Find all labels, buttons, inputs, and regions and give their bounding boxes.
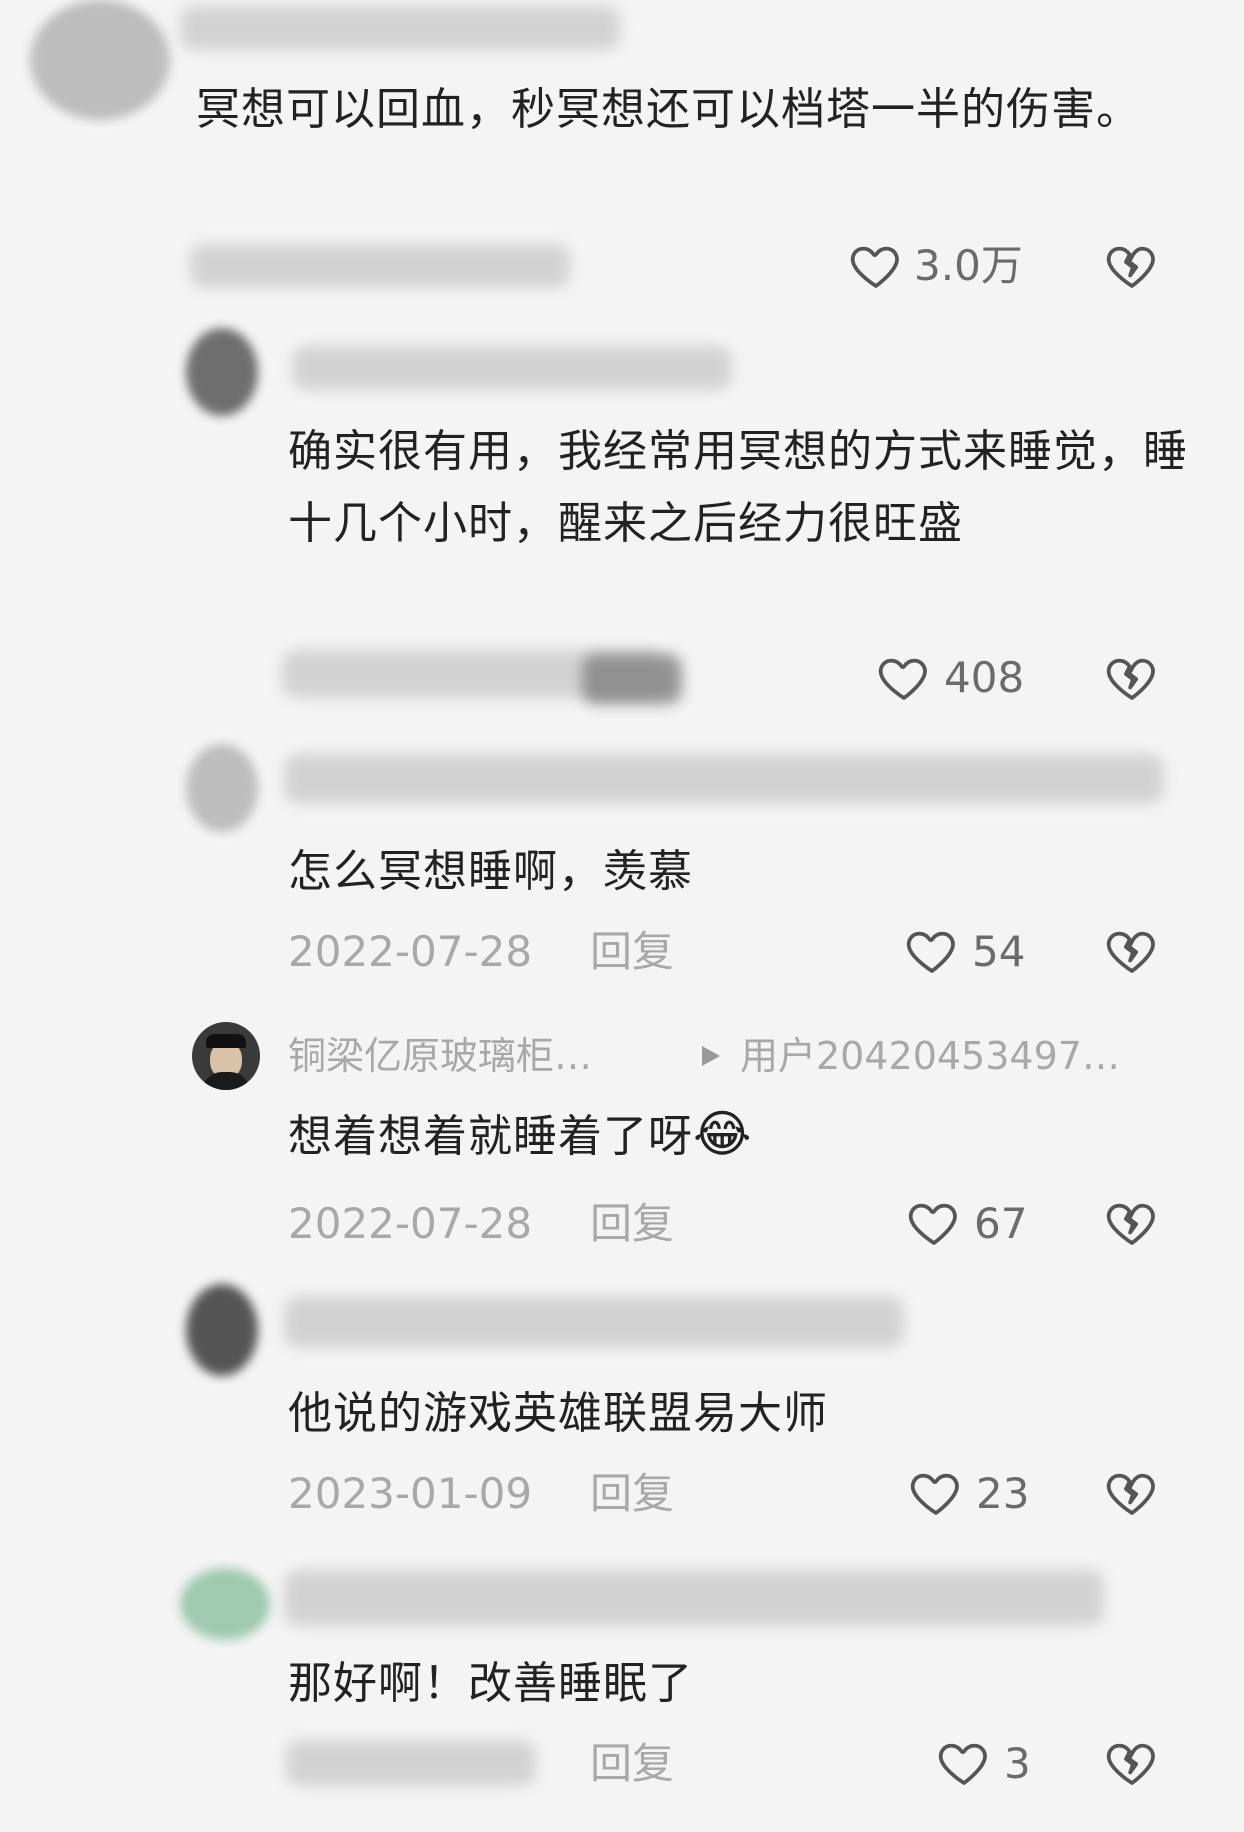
username-blurred [292,346,732,390]
reply-button[interactable]: 回复 [590,1740,674,1788]
play-triangle-icon [700,1044,722,1068]
avatar[interactable] [186,1284,258,1376]
comment-date-blurred [190,244,570,288]
like-count: 23 [976,1469,1030,1518]
comment-text: 确实很有用，我经常用冥想的方式来睡觉，睡十几个小时，醒来之后经力很旺盛 [288,426,1188,549]
laughing-crying-emoji-icon: 😂 [693,1105,753,1163]
broken-heart-icon [1106,1473,1155,1515]
heart-outline-icon [906,931,955,973]
heart-outline-icon [878,658,927,700]
reply-button[interactable]: 回复 [590,928,674,976]
comment-text: 他说的游戏英雄联盟易大师 [288,1388,828,1439]
comment-date: 2023-01-09 [288,1469,533,1518]
username-blurred [284,1570,1104,1626]
like-count: 3.0万 [914,241,1023,290]
username-blurred [284,1296,904,1348]
like-button[interactable] [876,649,932,705]
heart-outline-icon [850,246,899,288]
reply-blurred [582,654,682,704]
comment-text: 冥想可以回血，秒冥想还可以档塔一半的伤害。 [196,84,1141,135]
username[interactable]: 铜梁亿原玻璃柜… [288,1034,592,1078]
comment-text: 想着想着就睡着了呀😂 [288,1098,1188,1173]
like-button[interactable] [936,1734,992,1790]
broken-heart-icon [1106,246,1155,288]
username-blurred [284,754,1164,804]
comment-text: 怎么冥想睡啊，羡慕 [288,846,693,897]
heart-outline-icon [938,1743,987,1785]
dislike-button[interactable] [1104,649,1160,705]
avatar[interactable] [192,1022,260,1090]
heart-outline-icon [908,1203,957,1245]
like-button[interactable] [848,237,904,293]
broken-heart-icon [1106,1743,1155,1785]
like-count: 3 [1004,1739,1031,1788]
comment-date: 2022-07-28 [288,927,533,976]
dislike-button[interactable] [1104,237,1160,293]
like-count: 408 [944,653,1025,702]
avatar[interactable] [186,744,258,832]
comment-date: 2022-07-28 [288,1199,533,1248]
broken-heart-icon [1106,1203,1155,1245]
broken-heart-icon [1106,931,1155,973]
dislike-button[interactable] [1104,1464,1160,1520]
like-button[interactable] [908,1464,964,1520]
reply-button[interactable]: 回复 [590,1470,674,1518]
reply-to-username[interactable]: 用户20420453497… [740,1034,1120,1078]
like-count: 54 [972,927,1026,976]
avatar[interactable] [180,1568,270,1640]
like-count: 67 [974,1199,1028,1248]
comment-text: 那好啊！改善睡眠了 [288,1658,693,1709]
like-button[interactable] [904,922,960,978]
dislike-button[interactable] [1104,1734,1160,1790]
reply-button[interactable]: 回复 [590,1200,674,1248]
dislike-button[interactable] [1104,922,1160,978]
heart-outline-icon [910,1473,959,1515]
dislike-button[interactable] [1104,1194,1160,1250]
comment-date-blurred [286,1740,536,1786]
username-blurred [180,6,620,50]
avatar[interactable] [186,328,258,416]
comment-text-body: 想着想着就睡着了呀 [288,1111,693,1162]
broken-heart-icon [1106,658,1155,700]
avatar[interactable] [30,0,170,120]
like-button[interactable] [906,1194,962,1250]
